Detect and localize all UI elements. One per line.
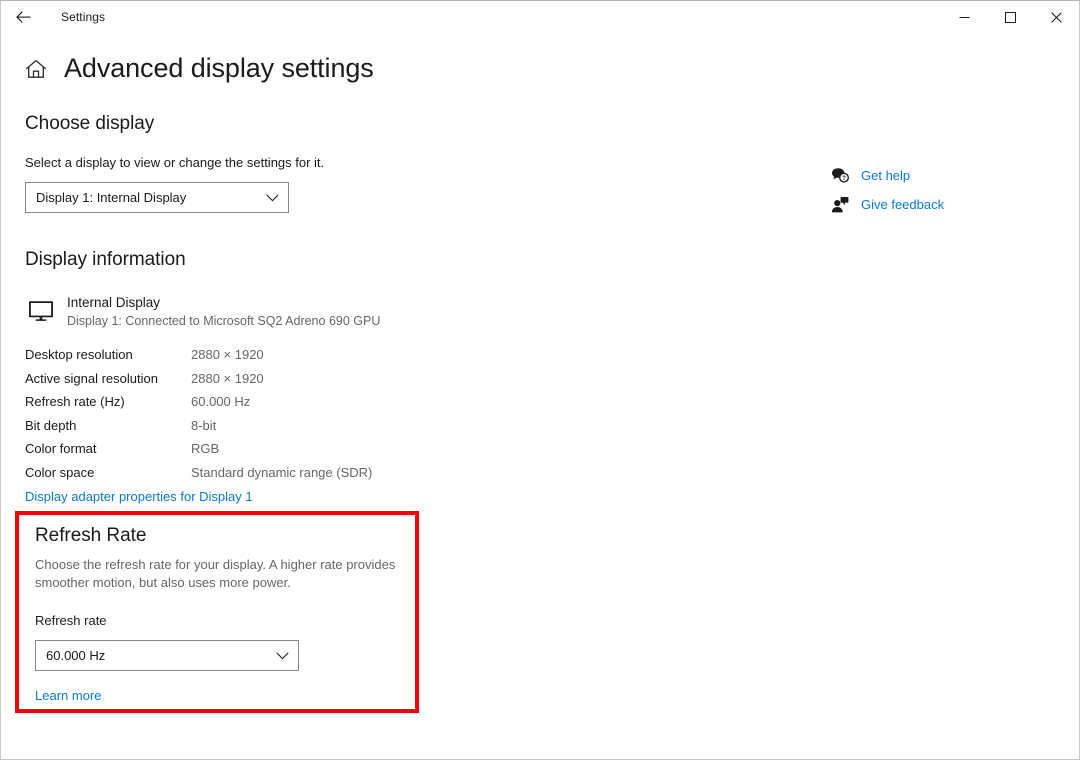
svg-text:?: ? xyxy=(842,175,846,182)
help-links: ? Get help Give feedback xyxy=(829,161,1059,219)
display-information-section: Display information Internal Display Dis… xyxy=(25,249,445,506)
choose-display-description: Select a display to view or change the s… xyxy=(25,155,325,170)
display-info-table: Desktop resolution 2880 × 1920 Active si… xyxy=(25,343,445,484)
info-key: Active signal resolution xyxy=(25,370,158,386)
refresh-rate-description: Choose the refresh rate for your display… xyxy=(35,557,396,590)
table-row: Color space Standard dynamic range (SDR) xyxy=(25,461,445,485)
back-arrow-icon xyxy=(15,10,31,24)
display-adapter-properties-link[interactable]: Display adapter properties for Display 1 xyxy=(25,489,253,504)
display-select-value: Display 1: Internal Display xyxy=(36,190,187,205)
settings-window: Settings Advanced display settings Choos… xyxy=(0,0,1080,760)
question-bubble-icon: ? xyxy=(829,166,851,186)
info-value: 2880 × 1920 xyxy=(191,347,264,363)
refresh-rate-dropdown[interactable]: 60.000 Hz xyxy=(35,640,299,671)
table-row: Color format RGB xyxy=(25,437,445,461)
maximize-button[interactable] xyxy=(987,1,1033,33)
feedback-person-icon xyxy=(829,195,851,215)
chevron-down-icon xyxy=(266,194,279,202)
display-information-heading: Display information xyxy=(25,249,186,270)
minimize-icon xyxy=(959,12,970,23)
info-value: RGB xyxy=(191,441,220,457)
get-help-label: Get help xyxy=(861,168,911,183)
info-value: Standard dynamic range (SDR) xyxy=(191,464,373,480)
close-button[interactable] xyxy=(1033,1,1079,33)
refresh-rate-section: Refresh Rate Choose the refresh rate for… xyxy=(25,525,445,705)
info-key: Color format xyxy=(25,441,97,457)
info-value: 8-bit xyxy=(191,417,217,433)
window-controls xyxy=(941,1,1079,33)
choose-display-section: Choose display Select a display to view … xyxy=(25,113,445,213)
refresh-rate-field-label: Refresh rate xyxy=(35,613,107,628)
get-help-link[interactable]: ? Get help xyxy=(829,161,1059,190)
minimize-button[interactable] xyxy=(941,1,987,33)
monitor-icon xyxy=(25,296,57,326)
app-title: Settings xyxy=(61,10,106,24)
table-row: Bit depth 8-bit xyxy=(25,414,445,438)
device-subtitle: Display 1: Connected to Microsoft SQ2 Ad… xyxy=(67,314,381,328)
device-summary: Internal Display Display 1: Connected to… xyxy=(25,293,445,330)
device-text: Internal Display Display 1: Connected to… xyxy=(67,293,380,330)
table-row: Desktop resolution 2880 × 1920 xyxy=(25,343,445,367)
main-content: Choose display Select a display to view … xyxy=(25,87,445,705)
choose-display-heading: Choose display xyxy=(25,113,155,134)
maximize-icon xyxy=(1004,11,1016,23)
give-feedback-label: Give feedback xyxy=(861,197,945,212)
info-key: Refresh rate (Hz) xyxy=(25,394,125,410)
info-value: 60.000 Hz xyxy=(191,394,251,410)
learn-more-link[interactable]: Learn more xyxy=(35,688,101,703)
info-value: 2880 × 1920 xyxy=(191,370,264,386)
device-name: Internal Display xyxy=(67,295,161,310)
give-feedback-link[interactable]: Give feedback xyxy=(829,190,1059,219)
refresh-rate-value: 60.000 Hz xyxy=(46,648,106,663)
info-key: Bit depth xyxy=(25,417,77,433)
page-title: Advanced display settings xyxy=(64,52,374,83)
home-icon[interactable] xyxy=(23,56,49,82)
info-key: Color space xyxy=(25,464,95,480)
refresh-rate-heading: Refresh Rate xyxy=(35,525,147,546)
chevron-down-icon xyxy=(276,652,289,660)
title-bar: Settings xyxy=(1,1,1079,33)
page-header: Advanced display settings xyxy=(1,33,1079,87)
table-row: Active signal resolution 2880 × 1920 xyxy=(25,367,445,391)
display-select-dropdown[interactable]: Display 1: Internal Display xyxy=(25,182,289,213)
info-key: Desktop resolution xyxy=(25,347,133,363)
close-icon xyxy=(1050,11,1062,23)
table-row: Refresh rate (Hz) 60.000 Hz xyxy=(25,390,445,414)
back-button[interactable] xyxy=(1,1,45,33)
